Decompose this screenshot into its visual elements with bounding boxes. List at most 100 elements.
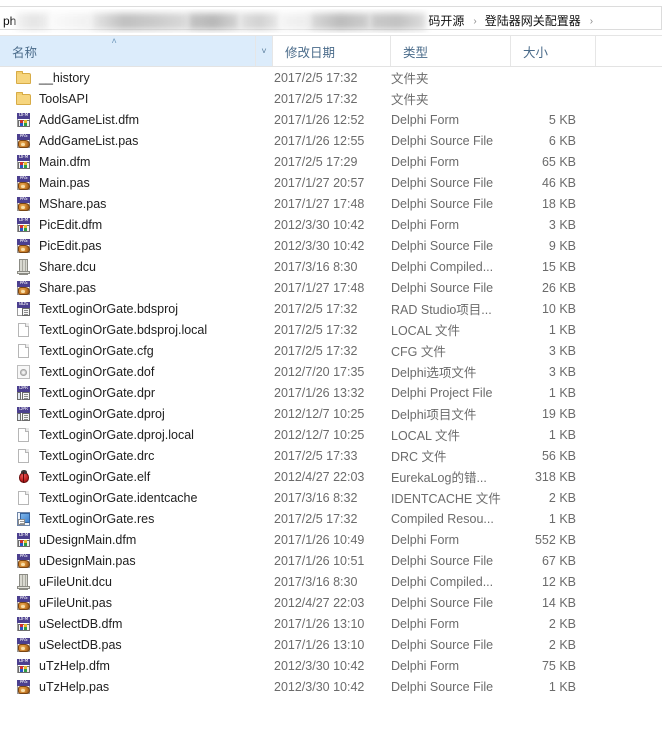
breadcrumb-item-source[interactable]: 码开源 bbox=[426, 12, 466, 29]
file-name-cell[interactable]: PAS MShare.pas bbox=[0, 196, 273, 212]
file-row[interactable]: PAS PicEdit.pas 2012/3/30 10:42 Delphi Sour… bbox=[0, 235, 662, 256]
redacted-path-segment bbox=[188, 12, 241, 30]
file-size-cell: 1 KB bbox=[548, 322, 576, 337]
file-row[interactable]: PAS Share.pas 2017/1/27 17:48 Delphi Source… bbox=[0, 277, 662, 298]
file-name-cell[interactable]: PAS uDesignMain.pas bbox=[0, 553, 273, 569]
file-type-cell: Delphi Form bbox=[391, 217, 460, 232]
file-type-cell: Compiled Resou... bbox=[391, 511, 494, 526]
file-row[interactable]: PAS MShare.pas 2017/1/27 17:48 Delphi Sourc… bbox=[0, 193, 662, 214]
file-row[interactable]: DFM AddGameList.dfm 2017/1/26 12:52 Delphi … bbox=[0, 109, 662, 130]
file-name-label: Share.pas bbox=[39, 280, 96, 295]
file-name-cell[interactable]: DPR TextLoginOrGate.dpr bbox=[0, 385, 273, 401]
file-row[interactable]: DPR TextLoginOrGate.dproj 2012/12/7 10:25 D… bbox=[0, 403, 662, 424]
file-name-cell[interactable]: DFM uDesignMain.dfm bbox=[0, 532, 273, 548]
file-date-cell: 2012/3/30 10:42 bbox=[274, 238, 365, 253]
file-row[interactable]: TextLoginOrGate.res 2017/2/5 17:32 Compile… bbox=[0, 508, 662, 529]
file-name-cell[interactable]: PAS uTzHelp.pas bbox=[0, 679, 273, 695]
file-row[interactable]: DFM Main.dfm 2017/2/5 17:29 Delphi Form 65 K… bbox=[0, 151, 662, 172]
file-row[interactable]: PAS uFileUnit.pas 2012/4/27 22:03 Delphi So… bbox=[0, 592, 662, 613]
file-size-cell: 552 KB bbox=[534, 532, 576, 547]
redacted-path-segment bbox=[50, 12, 93, 30]
file-size-cell: 26 KB bbox=[541, 280, 576, 295]
file-size-cell: 65 KB bbox=[541, 154, 576, 169]
file-type-cell: Delphi Source File bbox=[391, 196, 494, 211]
column-header-type[interactable]: 类型 bbox=[391, 36, 511, 66]
file-row[interactable]: PAS AddGameList.pas 2017/1/26 12:55 Delphi … bbox=[0, 130, 662, 151]
breadcrumb-item-current[interactable]: 登陆器网关配置器 bbox=[483, 12, 583, 29]
file-row[interactable]: PAS uDesignMain.pas 2017/1/26 10:51 Delphi … bbox=[0, 550, 662, 571]
file-name-cell[interactable]: PAS AddGameList.pas bbox=[0, 133, 273, 149]
file-row[interactable]: PAS uSelectDB.pas 2017/1/26 13:10 Delphi So… bbox=[0, 634, 662, 655]
redacted-path-segment bbox=[92, 12, 189, 30]
file-name-cell[interactable]: DPR TextLoginOrGate.dproj bbox=[0, 406, 273, 422]
file-row[interactable]: ToolsAPI 2017/2/5 17:32 文件夹 bbox=[0, 88, 662, 109]
address-bar[interactable]: ph 码开源 › 登陆器网关配置器 › bbox=[0, 0, 662, 36]
file-name-cell[interactable]: PAS uFileUnit.pas bbox=[0, 595, 273, 611]
file-name-cell[interactable]: DFM Main.dfm bbox=[0, 154, 273, 170]
file-type-cell: LOCAL 文件 bbox=[391, 324, 461, 338]
file-name-cell[interactable]: TextLoginOrGate.res bbox=[0, 511, 273, 527]
file-row[interactable]: DFM uSelectDB.dfm 2017/1/26 13:10 Delphi Fo… bbox=[0, 613, 662, 634]
breadcrumb[interactable]: ph 码开源 › 登陆器网关配置器 › bbox=[0, 9, 599, 33]
column-header-size[interactable]: 大小 bbox=[511, 36, 596, 66]
file-row[interactable]: PAS Main.pas 2017/1/27 20:57 Delphi Source … bbox=[0, 172, 662, 193]
breadcrumb-separator-icon[interactable]: › bbox=[583, 16, 599, 27]
file-name-label: AddGameList.dfm bbox=[39, 112, 140, 127]
column-header-date[interactable]: 修改日期 bbox=[273, 36, 391, 66]
file-name-cell[interactable]: Share.dcu bbox=[0, 258, 273, 275]
file-name-cell[interactable]: TextLoginOrGate.dproj.local bbox=[0, 427, 273, 443]
file-row[interactable]: TextLoginOrGate.dof 2012/7/20 17:35 Delphi… bbox=[0, 361, 662, 382]
file-row[interactable]: uFileUnit.dcu 2017/3/16 8:30 Delphi Compil… bbox=[0, 571, 662, 592]
column-options-dropdown[interactable]: ˅ bbox=[256, 36, 273, 66]
file-name-cell[interactable]: TextLoginOrGate.dof bbox=[0, 364, 273, 380]
file-type-cell: Delphi Compiled... bbox=[391, 259, 494, 274]
file-name-cell[interactable]: __history bbox=[0, 70, 273, 86]
file-type-cell: Delphi Source File bbox=[391, 238, 494, 253]
file-name-label: TextLoginOrGate.cfg bbox=[39, 343, 154, 358]
file-name-cell[interactable]: PAS Share.pas bbox=[0, 280, 273, 296]
file-row[interactable]: TextLoginOrGate.elf 2012/4/27 22:03 Eureka… bbox=[0, 466, 662, 487]
file-list[interactable]: __history 2017/2/5 17:32 文件夹 ToolsAPI 2017/2… bbox=[0, 67, 662, 736]
file-row[interactable]: TextLoginOrGate.dproj.local 2012/12/7 10:… bbox=[0, 424, 662, 445]
file-name-cell[interactable]: DFM PicEdit.dfm bbox=[0, 217, 273, 233]
file-name-cell[interactable]: TextLoginOrGate.bdsproj.local bbox=[0, 322, 273, 338]
file-name-cell[interactable]: PAS uSelectDB.pas bbox=[0, 637, 273, 653]
breadcrumb-separator-icon[interactable]: › bbox=[466, 16, 482, 27]
file-size-cell: 2 KB bbox=[548, 637, 576, 652]
file-row[interactable]: BDS TextLoginOrGate.bdsproj 2017/2/5 17:32… bbox=[0, 298, 662, 319]
file-type-cell: DRC 文件 bbox=[391, 450, 447, 464]
file-name-cell[interactable]: PAS Main.pas bbox=[0, 175, 273, 191]
file-row[interactable]: TextLoginOrGate.identcache 2017/3/16 8:32… bbox=[0, 487, 662, 508]
file-row[interactable]: Share.dcu 2017/3/16 8:30 Delphi Compiled..… bbox=[0, 256, 662, 277]
compiled-resource-icon bbox=[16, 511, 32, 527]
file-name-cell[interactable]: ToolsAPI bbox=[0, 91, 273, 107]
file-name-cell[interactable]: BDS TextLoginOrGate.bdsproj bbox=[0, 301, 273, 317]
file-name-cell[interactable]: DFM AddGameList.dfm bbox=[0, 112, 273, 128]
file-name-cell[interactable]: TextLoginOrGate.cfg bbox=[0, 343, 273, 359]
file-date-cell: 2017/1/27 20:57 bbox=[274, 175, 365, 190]
file-row[interactable]: DFM uTzHelp.dfm 2012/3/30 10:42 Delphi Form… bbox=[0, 655, 662, 676]
file-row[interactable]: DFM uDesignMain.dfm 2017/1/26 10:49 Delphi … bbox=[0, 529, 662, 550]
file-name-cell[interactable]: TextLoginOrGate.elf bbox=[0, 469, 273, 485]
file-date-cell: 2017/2/5 17:29 bbox=[274, 154, 358, 169]
file-name-cell[interactable]: DFM uSelectDB.dfm bbox=[0, 616, 273, 632]
file-row[interactable]: DPR TextLoginOrGate.dpr 2017/1/26 13:32 Del… bbox=[0, 382, 662, 403]
file-row[interactable]: TextLoginOrGate.drc 2017/2/5 17:33 DRC 文件 5… bbox=[0, 445, 662, 466]
file-name-cell[interactable]: TextLoginOrGate.identcache bbox=[0, 490, 273, 506]
file-name-cell[interactable]: PAS PicEdit.pas bbox=[0, 238, 273, 254]
redacted-path-segment bbox=[16, 12, 51, 30]
file-row[interactable]: __history 2017/2/5 17:32 文件夹 bbox=[0, 67, 662, 88]
file-name-cell[interactable]: uFileUnit.dcu bbox=[0, 573, 273, 590]
file-type-cell: Delphi Source File bbox=[391, 679, 494, 694]
file-name-cell[interactable]: TextLoginOrGate.drc bbox=[0, 448, 273, 464]
file-row[interactable]: TextLoginOrGate.bdsproj.local 2017/2/5 17… bbox=[0, 319, 662, 340]
file-date-cell: 2017/2/5 17:32 bbox=[274, 322, 358, 337]
file-row[interactable]: TextLoginOrGate.cfg 2017/2/5 17:32 CFG 文件 3… bbox=[0, 340, 662, 361]
delphi-source-icon: PAS bbox=[16, 679, 32, 695]
column-header-name[interactable]: ˄ 名称 bbox=[0, 36, 256, 66]
file-row[interactable]: PAS uTzHelp.pas 2012/3/30 10:42 Delphi Sour… bbox=[0, 676, 662, 697]
file-size-cell: 1 KB bbox=[548, 679, 576, 694]
file-name-cell[interactable]: DFM uTzHelp.dfm bbox=[0, 658, 273, 674]
file-type-cell: EurekaLog的错... bbox=[391, 471, 487, 485]
file-row[interactable]: DFM PicEdit.dfm 2012/3/30 10:42 Delphi Form… bbox=[0, 214, 662, 235]
